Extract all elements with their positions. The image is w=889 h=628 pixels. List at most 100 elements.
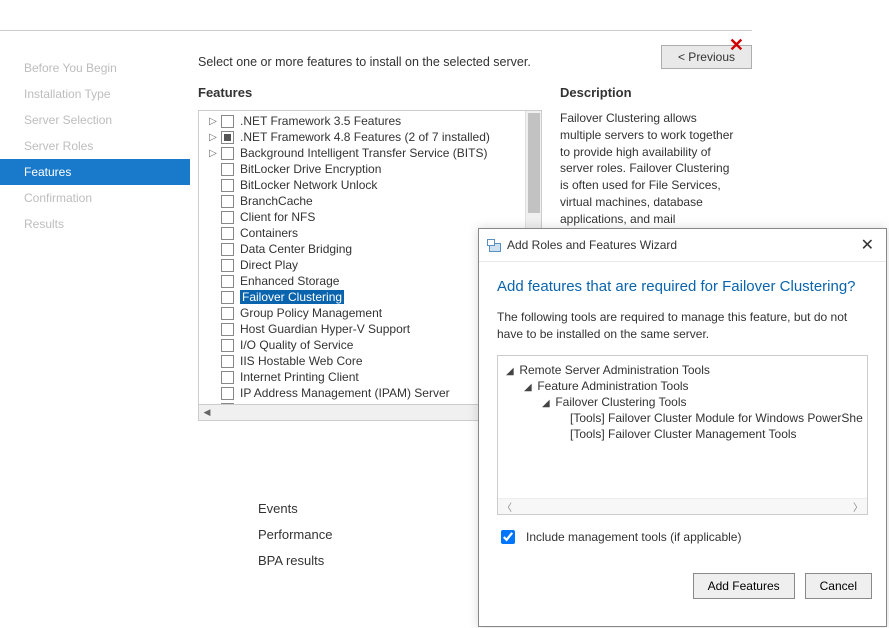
scrollbar-thumb[interactable] — [528, 113, 540, 213]
feature-row[interactable]: Client for NFS — [199, 209, 525, 225]
feature-checkbox[interactable] — [221, 307, 234, 320]
feature-row[interactable]: Enhanced Storage — [199, 273, 525, 289]
sidebar-item-confirmation[interactable]: Confirmation — [0, 185, 190, 211]
feature-checkbox[interactable] — [221, 339, 234, 352]
dialog-heading: Add features that are required for Failo… — [497, 278, 868, 295]
feature-row[interactable]: Internet Printing Client — [199, 369, 525, 385]
feature-row[interactable]: I/O Quality of Service — [199, 337, 525, 353]
feature-row[interactable]: Containers — [199, 225, 525, 241]
feature-label[interactable]: IP Address Management (IPAM) Server — [240, 386, 450, 400]
feature-label[interactable]: Direct Play — [240, 258, 298, 272]
scroll-left-icon[interactable]: 〈 — [502, 499, 512, 514]
feature-checkbox[interactable] — [221, 323, 234, 336]
close-icon[interactable]: ✕ — [729, 35, 744, 56]
feature-checkbox[interactable] — [221, 211, 234, 224]
events-link[interactable]: Events — [258, 496, 332, 522]
feature-label[interactable]: .NET Framework 3.5 Features — [240, 114, 401, 128]
feature-checkbox[interactable] — [221, 195, 234, 208]
bpa-results-link[interactable]: BPA results — [258, 548, 332, 574]
feature-row[interactable]: Direct Play — [199, 257, 525, 273]
feature-checkbox[interactable] — [221, 259, 234, 272]
feature-checkbox[interactable] — [221, 403, 234, 405]
sidebar-item-results[interactable]: Results — [0, 211, 190, 237]
feature-row[interactable]: ▷ .NET Framework 3.5 Features — [199, 113, 525, 129]
feature-label[interactable]: Client for NFS — [240, 210, 315, 224]
feature-label[interactable]: Enhanced Storage — [240, 274, 339, 288]
wizard-icon — [487, 238, 501, 252]
feature-row[interactable]: BitLocker Network Unlock — [199, 177, 525, 193]
performance-link[interactable]: Performance — [258, 522, 332, 548]
feature-label[interactable]: Group Policy Management — [240, 306, 382, 320]
expand-icon[interactable]: ▷ — [207, 132, 219, 143]
feature-row[interactable]: IIS Hostable Web Core — [199, 353, 525, 369]
tree-node[interactable]: Failover Clustering Tools — [555, 395, 686, 409]
cancel-button[interactable]: Cancel — [805, 573, 872, 599]
feature-checkbox[interactable] — [221, 355, 234, 368]
feature-label[interactable]: Containers — [240, 226, 298, 240]
expand-icon[interactable]: ▷ — [207, 148, 219, 159]
feature-checkbox[interactable] — [221, 243, 234, 256]
tree-node[interactable]: Feature Administration Tools — [537, 379, 688, 393]
feature-label[interactable]: iSNS Server service — [240, 402, 347, 404]
feature-row[interactable]: IP Address Management (IPAM) Server — [199, 385, 525, 401]
feature-row[interactable]: Host Guardian Hyper-V Support — [199, 321, 525, 337]
include-management-tools-label: Include management tools (if applicable) — [526, 530, 741, 544]
sidebar-item-server-selection[interactable]: Server Selection — [0, 107, 190, 133]
tree-leaf[interactable]: [Tools] Failover Cluster Management Tool… — [570, 427, 797, 441]
tree-collapse-icon[interactable]: ◢ — [506, 366, 516, 377]
feature-label[interactable]: .NET Framework 4.8 Features (2 of 7 inst… — [240, 130, 490, 144]
feature-label[interactable]: Failover Clustering — [240, 290, 344, 304]
sidebar-item-features[interactable]: Features — [0, 159, 190, 185]
dialog-close-icon[interactable]: ✕ — [857, 235, 878, 255]
feature-checkbox[interactable] — [221, 275, 234, 288]
instruction-text: Select one or more features to install o… — [198, 55, 740, 69]
feature-row[interactable]: Group Policy Management — [199, 305, 525, 321]
dialog-title: Add Roles and Features Wizard — [507, 238, 857, 252]
tree-horizontal-scrollbar[interactable]: 〈〉 — [498, 498, 867, 514]
feature-checkbox[interactable] — [221, 179, 234, 192]
feature-label[interactable]: Host Guardian Hyper-V Support — [240, 322, 410, 336]
feature-row[interactable]: iSNS Server service — [199, 401, 525, 404]
include-management-tools-input[interactable] — [501, 530, 515, 544]
feature-row[interactable]: ▷ .NET Framework 4.8 Features (2 of 7 ins… — [199, 129, 525, 145]
feature-label[interactable]: BitLocker Network Unlock — [240, 178, 377, 192]
feature-row[interactable]: Failover Clustering — [199, 289, 525, 305]
feature-checkbox[interactable] — [221, 131, 234, 144]
include-management-tools-checkbox[interactable]: Include management tools (if applicable) — [497, 527, 868, 547]
feature-label[interactable]: IIS Hostable Web Core — [240, 354, 363, 368]
scroll-left-icon[interactable]: ◀ — [199, 405, 215, 420]
feature-checkbox[interactable] — [221, 227, 234, 240]
feature-row[interactable]: BitLocker Drive Encryption — [199, 161, 525, 177]
description-heading: Description — [560, 85, 740, 100]
expand-icon[interactable]: ▷ — [207, 116, 219, 127]
feature-label[interactable]: Data Center Bridging — [240, 242, 352, 256]
dialog-message: The following tools are required to mana… — [497, 309, 868, 343]
feature-checkbox[interactable] — [221, 163, 234, 176]
required-features-tree[interactable]: ◢ Remote Server Administration Tools ◢ F… — [497, 355, 868, 515]
add-features-button[interactable]: Add Features — [693, 573, 795, 599]
feature-checkbox[interactable] — [221, 115, 234, 128]
feature-checkbox[interactable] — [221, 147, 234, 160]
feature-row[interactable]: ▷ Background Intelligent Transfer Service… — [199, 145, 525, 161]
tree-leaf[interactable]: [Tools] Failover Cluster Module for Wind… — [570, 411, 863, 425]
feature-row[interactable]: Data Center Bridging — [199, 241, 525, 257]
sidebar-item-server-roles[interactable]: Server Roles — [0, 133, 190, 159]
feature-row[interactable]: BranchCache — [199, 193, 525, 209]
tree-node[interactable]: Remote Server Administration Tools — [519, 363, 710, 377]
feature-checkbox[interactable] — [221, 291, 234, 304]
lower-section-links: Events Performance BPA results — [258, 496, 332, 574]
add-features-dialog: Add Roles and Features Wizard ✕ Add feat… — [478, 228, 887, 627]
scroll-right-icon[interactable]: 〉 — [853, 499, 863, 514]
feature-label[interactable]: Internet Printing Client — [240, 370, 359, 384]
feature-checkbox[interactable] — [221, 371, 234, 384]
tree-collapse-icon[interactable]: ◢ — [542, 398, 552, 409]
feature-checkbox[interactable] — [221, 387, 234, 400]
sidebar-item-before-you-begin[interactable]: Before You Begin — [0, 55, 190, 81]
sidebar-item-installation-type[interactable]: Installation Type — [0, 81, 190, 107]
tree-collapse-icon[interactable]: ◢ — [524, 382, 534, 393]
feature-label[interactable]: BranchCache — [240, 194, 313, 208]
feature-label[interactable]: BitLocker Drive Encryption — [240, 162, 381, 176]
feature-label[interactable]: Background Intelligent Transfer Service … — [240, 146, 487, 160]
wizard-sidebar: Before You BeginInstallation TypeServer … — [0, 31, 190, 433]
feature-label[interactable]: I/O Quality of Service — [240, 338, 353, 352]
